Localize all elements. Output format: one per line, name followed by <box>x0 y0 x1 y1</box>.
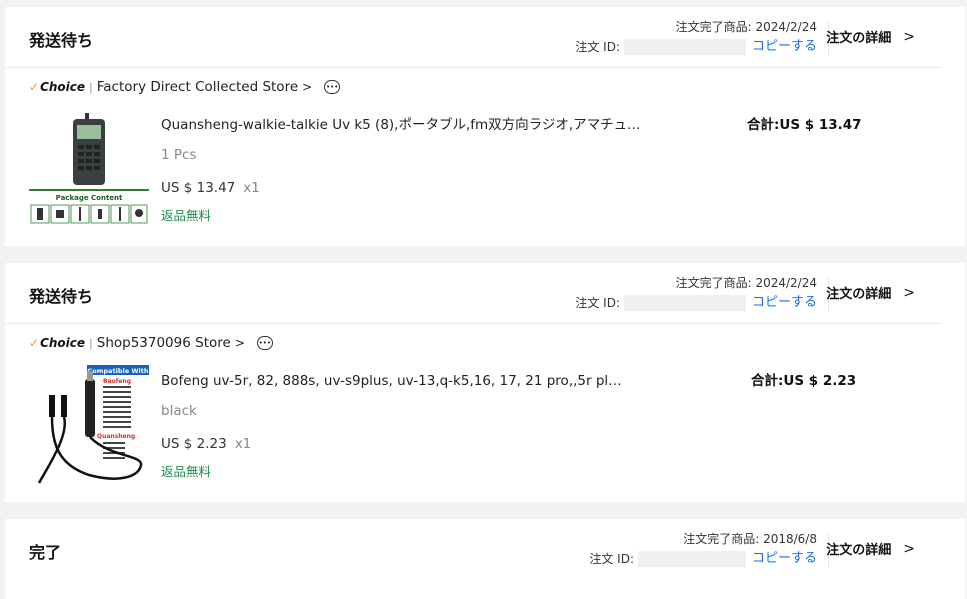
product-title-link[interactable]: Quansheng-walkie-talkie Uv k5 (8),ポータブル,… <box>161 113 641 133</box>
product-price: US $ 13.47 <box>161 180 236 196</box>
store-row: ✓Choice | Factory Direct Collected Store… <box>29 79 341 95</box>
order-card: 完了 注文完了商品: 2018/6/8 注文 ID: コピーする 注文の詳細 > <box>5 519 965 599</box>
completed-date: 2018/6/8 <box>763 532 817 546</box>
product-price-row: US $ 13.47 x1 <box>161 180 260 196</box>
choice-badge: ✓Choice <box>29 336 85 350</box>
completed-label: 注文完了商品: <box>675 20 752 34</box>
order-meta: 注文完了商品: 2024/2/24 注文 ID: コピーする <box>575 273 817 313</box>
completed-label: 注文完了商品: <box>675 276 752 290</box>
thumb-brand: Baofeng <box>103 378 131 385</box>
chat-icon[interactable]: ••• <box>256 336 273 350</box>
separator: | <box>89 80 93 94</box>
choice-label: Choice <box>40 336 86 350</box>
copy-order-id-button[interactable]: コピーする <box>752 549 817 569</box>
completed-date: 2024/2/24 <box>755 276 817 290</box>
product-variant: 1 Pcs <box>161 147 197 163</box>
separator: | <box>89 336 93 350</box>
order-detail-label: 注文の詳細 <box>826 31 892 46</box>
order-header: 発送待ち 注文完了商品: 2024/2/24 注文 ID: コピーする 注文の詳… <box>5 7 941 68</box>
choice-badge: ✓Choice <box>29 80 85 94</box>
copy-order-id-button[interactable]: コピーする <box>752 37 817 57</box>
completed-label: 注文完了商品: <box>683 532 760 546</box>
thumb-caption: Package Content <box>56 194 123 202</box>
product-price-row: US $ 2.23 x1 <box>161 436 251 452</box>
check-icon: ✓ <box>29 336 40 350</box>
order-id-value <box>637 551 746 567</box>
order-status: 発送待ち <box>29 287 94 306</box>
order-detail-link[interactable]: 注文の詳細 > <box>826 539 915 559</box>
store-link[interactable]: Shop5370096 Store <box>97 335 231 351</box>
order-meta: 注文完了商品: 2024/2/24 注文 ID: コピーする <box>575 17 817 57</box>
order-id-value <box>623 295 746 311</box>
product-thumbnail[interactable]: Compatible With Baofeng Quansheng <box>29 365 149 485</box>
chevron-right-icon: > <box>903 284 915 301</box>
chevron-right-icon[interactable]: > <box>235 336 245 350</box>
store-row: ✓Choice | Shop5370096 Store > ••• <box>29 335 273 351</box>
order-detail-label: 注文の詳細 <box>826 543 892 558</box>
order-card: 発送待ち 注文完了商品: 2024/2/24 注文 ID: コピーする 注文の詳… <box>5 263 965 502</box>
order-card: 発送待ち 注文完了商品: 2024/2/24 注文 ID: コピーする 注文の詳… <box>5 7 965 246</box>
order-id-label: 注文 ID: <box>575 40 620 54</box>
product-variant: black <box>161 403 197 419</box>
order-meta: 注文完了商品: 2018/6/8 注文 ID: コピーする <box>589 529 817 569</box>
thumb-brand: Quansheng <box>97 433 135 440</box>
copy-order-id-button[interactable]: コピーする <box>752 293 817 313</box>
order-id-value <box>623 39 746 55</box>
product-qty: x1 <box>243 180 260 196</box>
free-return-badge: 返品無料 <box>161 464 212 479</box>
completed-date: 2024/2/24 <box>755 20 817 34</box>
check-icon: ✓ <box>29 80 40 94</box>
order-detail-link[interactable]: 注文の詳細 > <box>826 27 915 47</box>
chevron-right-icon[interactable]: > <box>302 80 312 94</box>
thumb-caption: Compatible With <box>87 367 148 375</box>
product-thumbnail[interactable]: Package Content <box>29 109 149 229</box>
product-title-link[interactable]: Bofeng uv-5r, 82, 888s, uv-s9plus, uv-13… <box>161 369 629 389</box>
order-id-label: 注文 ID: <box>589 552 634 566</box>
order-total: 合計:US $ 13.47 <box>747 117 862 133</box>
order-status: 完了 <box>29 543 62 562</box>
order-detail-label: 注文の詳細 <box>826 287 892 302</box>
order-id-label: 注文 ID: <box>575 296 620 310</box>
product-price: US $ 2.23 <box>161 436 227 452</box>
free-return-badge: 返品無料 <box>161 208 212 223</box>
order-status: 発送待ち <box>29 31 94 50</box>
chat-icon[interactable]: ••• <box>324 80 341 94</box>
order-detail-link[interactable]: 注文の詳細 > <box>826 283 915 303</box>
chevron-right-icon: > <box>903 28 915 45</box>
order-total: 合計:US $ 2.23 <box>751 373 857 389</box>
order-header: 完了 注文完了商品: 2018/6/8 注文 ID: コピーする 注文の詳細 > <box>5 519 941 579</box>
order-header: 発送待ち 注文完了商品: 2024/2/24 注文 ID: コピーする 注文の詳… <box>5 263 941 324</box>
product-qty: x1 <box>234 436 252 452</box>
store-link[interactable]: Factory Direct Collected Store <box>97 79 298 95</box>
chevron-right-icon: > <box>903 540 915 557</box>
choice-label: Choice <box>40 80 86 94</box>
